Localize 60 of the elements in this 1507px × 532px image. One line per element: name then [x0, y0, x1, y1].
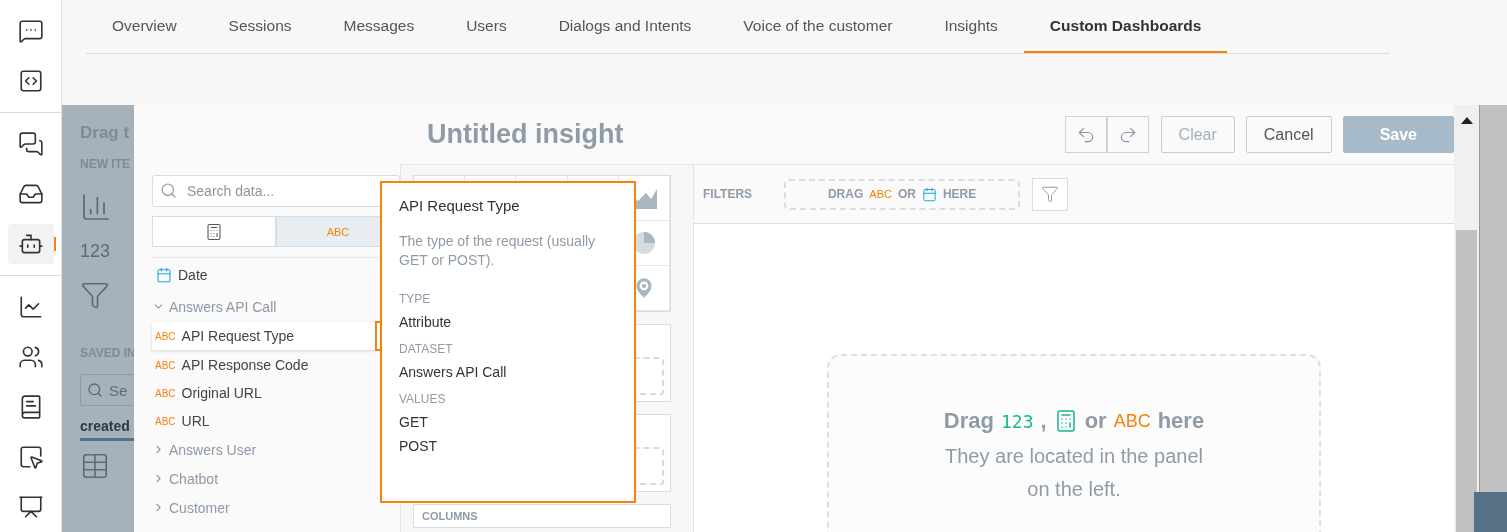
funnel-icon: [1041, 185, 1060, 203]
filters-label: FILTERS: [703, 187, 753, 201]
scrollbar-thumb[interactable]: [1456, 230, 1477, 532]
tab[interactable]: Custom Dashboards: [1023, 0, 1228, 53]
tab[interactable]: Insights: [918, 0, 1024, 53]
calculator-icon: [205, 222, 223, 241]
users-icon: [17, 344, 44, 370]
tab[interactable]: Voice of the customer: [717, 0, 919, 53]
tab[interactable]: Users: [440, 0, 533, 53]
hint-text: OR: [897, 187, 916, 201]
search-icon: [87, 382, 103, 398]
chat-icon: [17, 18, 44, 44]
tooltip-field-value: Answers API Call: [399, 364, 508, 380]
tooltip-field-label: DATASET: [399, 342, 454, 356]
tab[interactable]: Dialogs and Intents: [532, 0, 718, 53]
funnel-icon: [80, 280, 110, 310]
number-label: 123: [80, 241, 111, 262]
conversation-icon: [17, 131, 44, 157]
text-type-tag: ABC: [1113, 410, 1151, 432]
tooltip-field-label: TYPE: [399, 292, 432, 306]
attribute-item[interactable]: ABC URL: [152, 407, 210, 435]
hint-text: DRAG: [827, 187, 864, 201]
calendar-icon: [921, 186, 937, 202]
drop-zone-hint: They are located in the panel on the left.: [944, 444, 1204, 502]
code-icon: [17, 68, 44, 94]
header-button[interactable]: Cancel: [1245, 116, 1332, 153]
scroll-up-arrow[interactable]: [1460, 117, 1473, 124]
line-chart-icon: [17, 294, 44, 320]
board-icon: [17, 494, 44, 520]
search-icon: [160, 182, 177, 199]
attribute-item[interactable]: ABC API Response Code: [152, 351, 309, 379]
attribute-item[interactable]: ABC API Request Type: [152, 322, 375, 350]
tooltip-description: The type of the request (usually GET or POST).: [399, 232, 597, 270]
tab[interactable]: Overview: [86, 0, 203, 53]
drop-heading-text: here: [1157, 408, 1205, 434]
drop-heading-text: ,: [1040, 408, 1047, 434]
text-type-tag: ABC: [869, 188, 892, 200]
tab[interactable]: Messages: [317, 0, 441, 53]
metric-type-tag: 123: [1001, 410, 1034, 432]
search-field[interactable]: Search data...: [152, 175, 400, 207]
tooltip-field-label: VALUES: [399, 392, 447, 406]
table-icon: [80, 451, 110, 481]
date-item[interactable]: Date: [178, 267, 208, 283]
tooltip-title: API Request Type: [399, 197, 521, 214]
calendar-icon: [156, 267, 172, 283]
tab[interactable]: Sessions: [202, 0, 318, 53]
columns-panel: COLUMNS: [413, 504, 671, 528]
pointer-icon: [17, 444, 44, 470]
scrollbar-thumb[interactable]: [1474, 492, 1507, 532]
tooltip-field-value: POST: [399, 438, 439, 454]
insight-title: Untitled insight: [427, 119, 625, 150]
tooltip-field-value: Attribute: [399, 314, 453, 330]
drop-heading-text: or: [1084, 408, 1107, 434]
bar-chart-icon: [80, 191, 112, 223]
nav-button[interactable]: [7, 224, 54, 264]
drop-heading-text: Drag: [943, 408, 994, 434]
hint-text: HERE: [942, 187, 977, 201]
tooltip-field-value: GET: [399, 414, 429, 430]
attribute-item[interactable]: ABC Original URL: [152, 379, 262, 407]
calculated-toggle[interactable]: [152, 216, 276, 247]
